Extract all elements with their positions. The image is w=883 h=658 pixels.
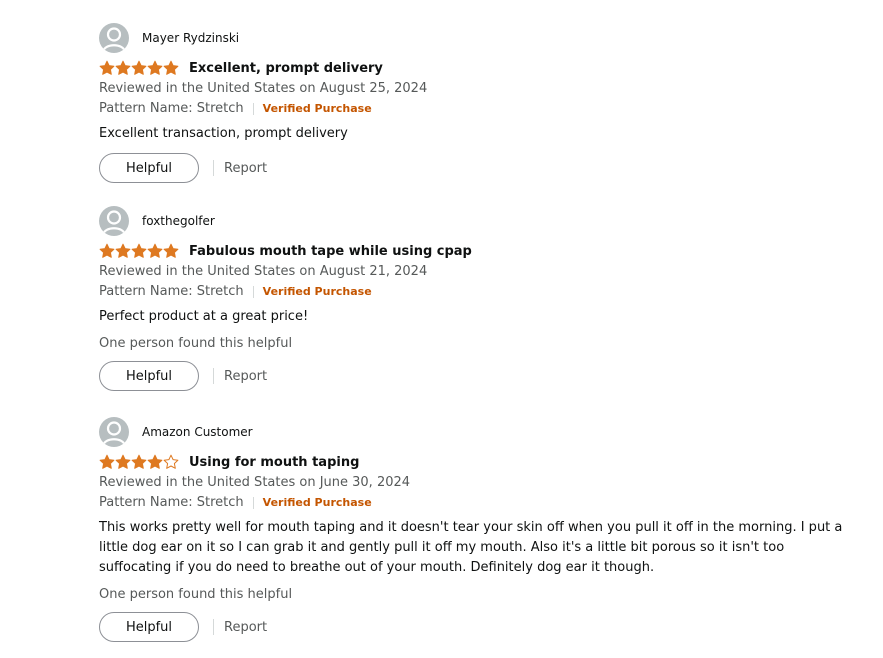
divider — [252, 497, 254, 509]
star-rating[interactable] — [99, 243, 179, 259]
helpful-button[interactable]: Helpful — [99, 612, 199, 642]
star-empty-icon — [163, 454, 179, 469]
review-body: Perfect product at a great price! — [99, 309, 309, 324]
reviewer-name: Mayer Rydzinski — [142, 31, 240, 45]
review-date: Reviewed in the United States on August … — [99, 81, 428, 96]
review-card: Mayer Rydzinski Excellent, prompt delive… — [99, 23, 859, 183]
pattern-name: Pattern Name: Stretch — [99, 101, 244, 116]
review-title[interactable]: Fabulous mouth tape while using cpap — [189, 244, 472, 259]
divider — [213, 160, 214, 176]
report-link[interactable]: Report — [224, 161, 267, 176]
star-filled-icon — [147, 454, 163, 469]
star-filled-icon — [115, 60, 131, 75]
pattern-name: Pattern Name: Stretch — [99, 284, 244, 299]
report-link[interactable]: Report — [224, 620, 267, 635]
star-filled-icon — [115, 454, 131, 469]
review-body: Excellent transaction, prompt delivery — [99, 126, 348, 141]
star-filled-icon — [99, 243, 115, 258]
star-rating[interactable] — [99, 454, 179, 470]
star-filled-icon — [163, 60, 179, 75]
star-filled-icon — [99, 454, 115, 469]
review-title[interactable]: Excellent, prompt delivery — [189, 61, 383, 76]
verified-purchase-badge: Verified Purchase — [262, 496, 372, 509]
avatar-icon — [99, 206, 129, 236]
review-date: Reviewed in the United States on August … — [99, 264, 428, 279]
verified-purchase-badge: Verified Purchase — [262, 102, 372, 115]
verified-purchase-badge: Verified Purchase — [262, 285, 372, 298]
helpful-button[interactable]: Helpful — [99, 361, 199, 391]
star-filled-icon — [115, 243, 131, 258]
divider — [252, 103, 254, 115]
review-card: Amazon Customer Using for mouth taping R… — [99, 417, 859, 642]
star-filled-icon — [147, 60, 163, 75]
star-filled-icon — [147, 243, 163, 258]
review-title[interactable]: Using for mouth taping — [189, 455, 359, 470]
report-link[interactable]: Report — [224, 369, 267, 384]
star-filled-icon — [131, 60, 147, 75]
star-filled-icon — [131, 243, 147, 258]
review-date: Reviewed in the United States on June 30… — [99, 475, 411, 490]
avatar-icon — [99, 23, 129, 53]
reviewer-profile[interactable]: foxthegolfer — [99, 206, 859, 236]
divider — [252, 286, 254, 298]
star-rating[interactable] — [99, 60, 179, 76]
pattern-name: Pattern Name: Stretch — [99, 495, 244, 510]
review-card: foxthegolfer Fabulous mouth tape while u… — [99, 206, 859, 391]
reviewer-profile[interactable]: Mayer Rydzinski — [99, 23, 859, 53]
reviewer-name: foxthegolfer — [142, 214, 215, 228]
star-filled-icon — [131, 454, 147, 469]
avatar-icon — [99, 417, 129, 447]
reviewer-profile[interactable]: Amazon Customer — [99, 417, 859, 447]
helpful-count: One person found this helpful — [99, 336, 293, 351]
review-body: This works pretty well for mouth taping … — [99, 520, 843, 575]
reviewer-name: Amazon Customer — [142, 425, 253, 439]
divider — [213, 368, 214, 384]
star-filled-icon — [99, 60, 115, 75]
divider — [213, 619, 214, 635]
star-filled-icon — [163, 243, 179, 258]
helpful-button[interactable]: Helpful — [99, 153, 199, 183]
helpful-count: One person found this helpful — [99, 587, 293, 602]
